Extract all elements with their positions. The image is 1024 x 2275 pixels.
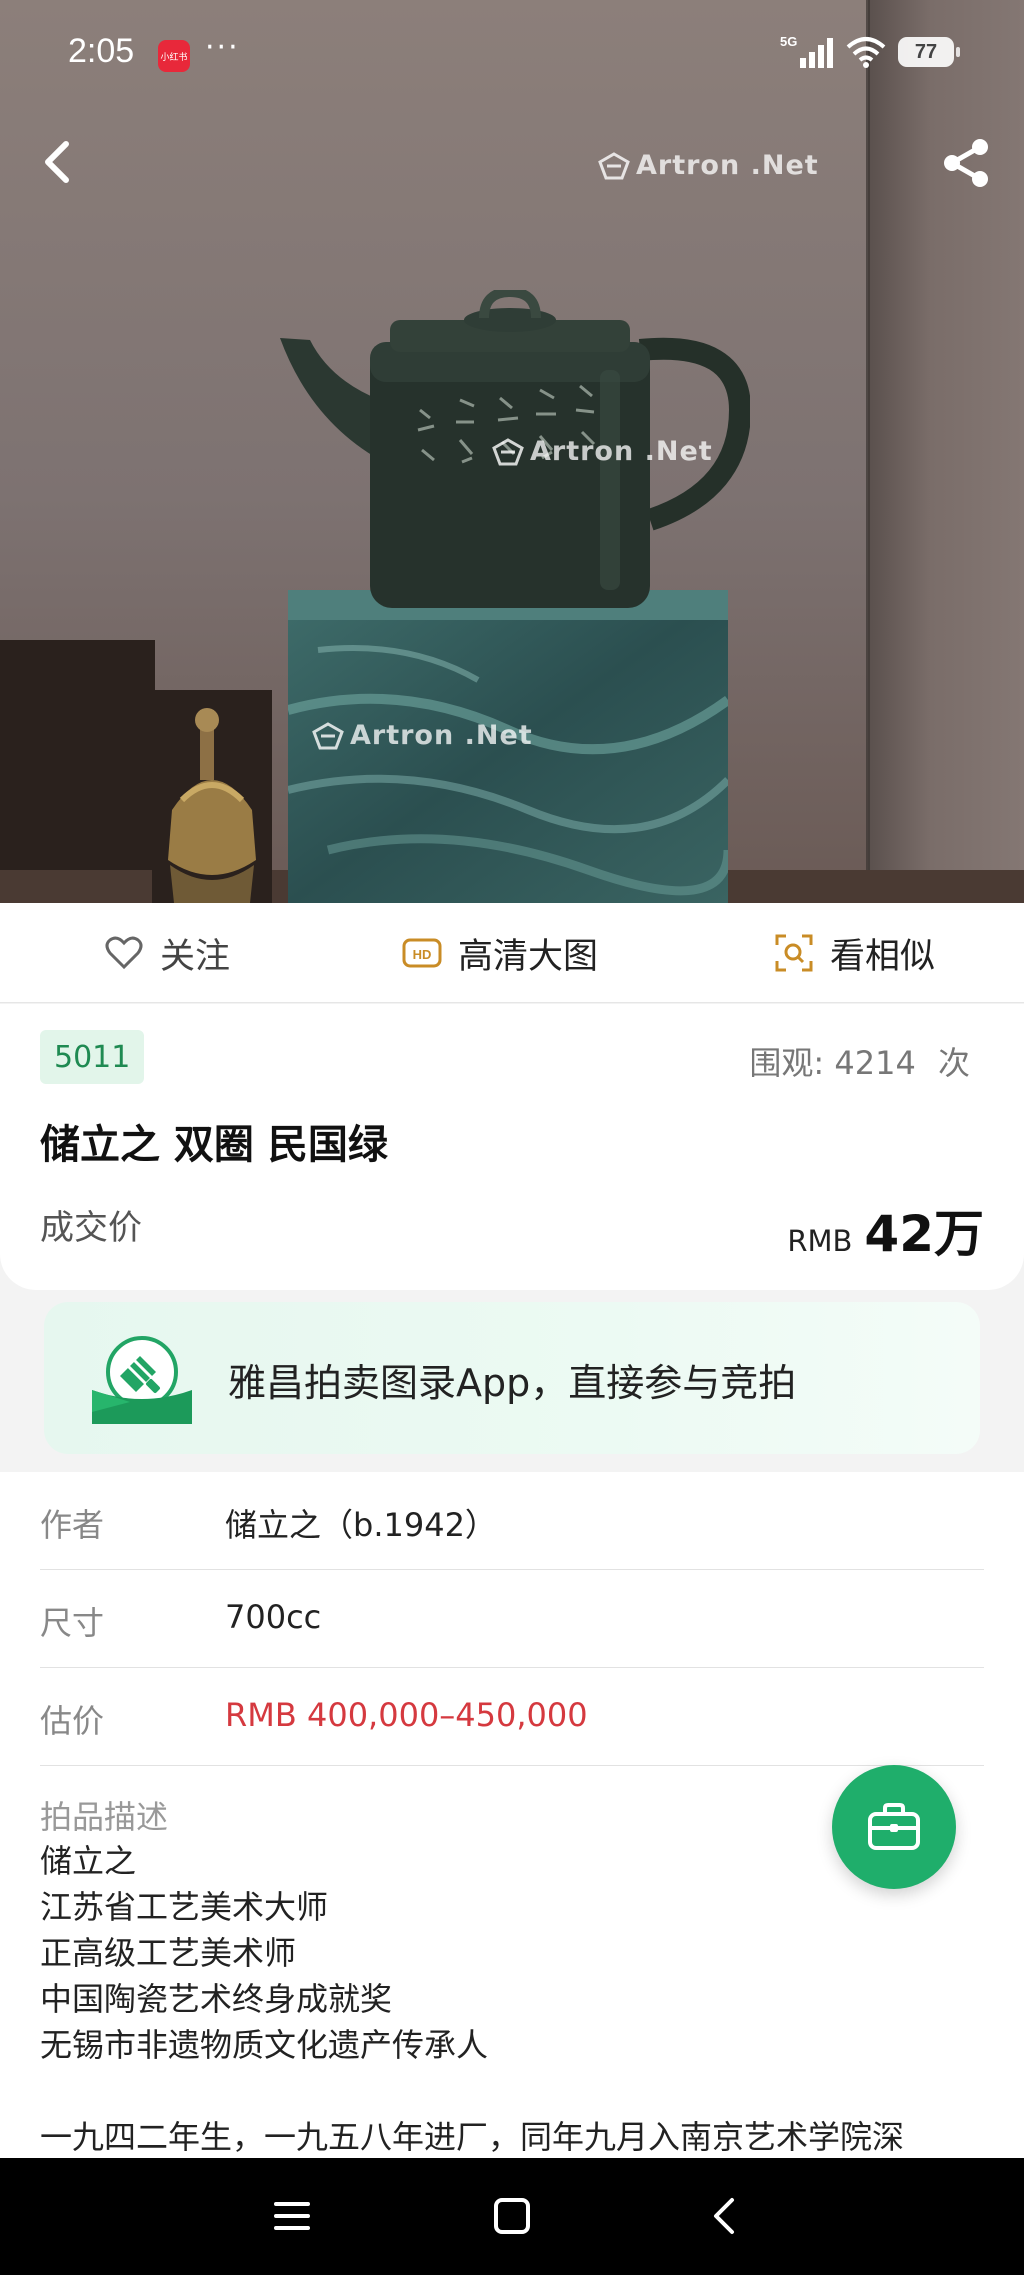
estimate-label: 估价 — [40, 1702, 105, 1740]
hero-image[interactable]: Artron .Net Artron .Net Artron .Net — [0, 0, 1024, 903]
hd-icon: HD — [402, 938, 442, 968]
description-line: 江苏省工艺美术大师 — [40, 1888, 329, 1926]
view-count: 围观: 4214 次 — [749, 1038, 970, 1084]
views-unit: 次 — [937, 1044, 970, 1082]
views-label: 围观: — [749, 1044, 825, 1082]
views-value: 4214 — [834, 1044, 916, 1082]
hammer-price: RMB 42万 — [787, 1194, 984, 1266]
action-bar: 关注 HD 高清大图 看相似 — [0, 903, 1024, 1003]
app-promo-banner[interactable]: 雅昌拍卖图录App，直接参与竞拍 — [44, 1302, 980, 1454]
artron-logo-icon — [312, 721, 344, 749]
description-line: 储立之 — [40, 1842, 137, 1880]
banner-section: 雅昌拍卖图录App，直接参与竞拍 — [0, 1290, 1024, 1470]
background-shadow — [0, 640, 155, 903]
hammer-price-label: 成交价 — [40, 1208, 142, 1248]
follow-button[interactable]: 关注 — [104, 903, 230, 1003]
watermark-text: Artron .Net — [350, 720, 533, 751]
wifi-icon — [846, 37, 886, 68]
scan-search-icon — [775, 934, 813, 972]
hd-image-button[interactable]: HD 高清大图 — [402, 903, 598, 1003]
system-back-icon[interactable] — [698, 2188, 754, 2244]
price-amount: 42万 — [864, 1205, 984, 1263]
briefcase-icon — [868, 1803, 920, 1850]
description-line: 中国陶瓷艺术终身成就奖 — [40, 1980, 393, 2018]
watermark-text: Artron .Net — [530, 436, 713, 467]
status-icons: 5G 77 — [780, 34, 960, 70]
view-similar-button[interactable]: 看相似 — [774, 903, 935, 1003]
briefcase-fab-button[interactable] — [832, 1765, 956, 1889]
description-line: 无锡市非遗物质文化遗产传承人 — [40, 2026, 489, 2064]
description-line: 正高级工艺美术师 — [40, 1934, 297, 1972]
artron-logo-icon — [492, 437, 524, 465]
share-icon[interactable] — [940, 135, 994, 191]
detail-row-size: 尺寸 700cc — [40, 1570, 984, 1668]
lot-info-card: 5011 围观: 4214 次 储立之 双圈 民国绿 成交价 RMB 42万 — [0, 1004, 1024, 1290]
description-paragraph: 一九四二年生，一九五八年进厂，同年九月入南京艺术学院深 — [40, 2118, 905, 2156]
follow-label: 关注 — [160, 936, 231, 977]
author-label: 作者 — [40, 1506, 105, 1544]
view-similar-label: 看相似 — [830, 936, 936, 977]
price-currency: RMB — [787, 1224, 853, 1258]
estimate-value: RMB 400,000–450,000 — [225, 1696, 588, 1734]
battery-icon: 77 — [898, 37, 960, 67]
size-label: 尺寸 — [40, 1604, 105, 1642]
background-divider — [866, 0, 870, 903]
status-bar: 2:05 小红书 ··· 5G 77 — [0, 0, 1024, 110]
watermark-bottom: Artron .Net — [312, 720, 533, 751]
author-value[interactable]: 储立之（b.1942） — [225, 1500, 497, 1546]
size-value: 700cc — [225, 1598, 322, 1636]
network-type: 5G — [780, 34, 797, 49]
watermark-text: Artron .Net — [636, 150, 819, 181]
cellular-signal-icon: 5G — [780, 34, 833, 68]
heart-icon — [105, 936, 143, 970]
system-nav-bar — [0, 2158, 1024, 2275]
watermark-middle: Artron .Net — [492, 436, 713, 467]
detail-row-author: 作者 储立之（b.1942） — [40, 1472, 984, 1570]
lot-title: 储立之 双圈 民国绿 — [40, 1122, 388, 1168]
svg-text:HD: HD — [413, 947, 432, 962]
lot-number-badge: 5011 — [40, 1030, 145, 1084]
censer-image — [152, 690, 272, 903]
artron-logo-icon — [598, 151, 630, 179]
recent-apps-icon[interactable] — [264, 2188, 320, 2244]
hd-image-label: 高清大图 — [458, 936, 599, 977]
more-notifications-icon: ··· — [205, 30, 240, 65]
description-label: 拍品描述 — [40, 1798, 169, 1836]
watermark-top: Artron .Net — [598, 150, 819, 181]
detail-row-estimate: 估价 RMB 400,000–450,000 — [40, 1668, 984, 1766]
app-notification-icon: 小红书 — [158, 40, 190, 72]
banner-text: 雅昌拍卖图录App，直接参与竞拍 — [228, 1361, 797, 1405]
artron-auction-app-icon — [92, 1336, 192, 1424]
back-arrow-icon[interactable] — [30, 132, 86, 192]
home-icon[interactable] — [484, 2188, 540, 2244]
description-text: 储立之 江苏省工艺美术大师 正高级工艺美术师 中国陶瓷艺术终身成就奖 无锡市非遗… — [40, 1838, 904, 2160]
clock: 2:05 — [68, 32, 135, 70]
